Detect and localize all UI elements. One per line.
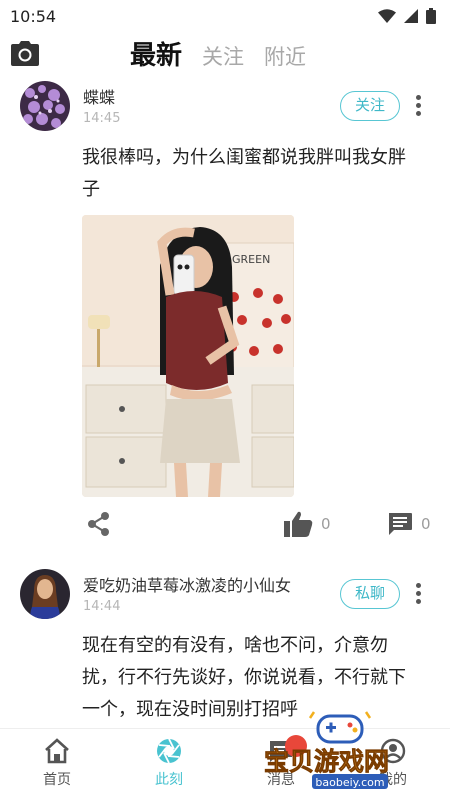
post-feed: 蝶蝶 14:45 关注 我很棒吗，为什么闺蜜都说我胖叫我女胖子 GREEN 0 … (0, 76, 450, 726)
post-card: 蝶蝶 14:45 关注 我很棒吗，为什么闺蜜都说我胖叫我女胖子 GREEN 0 … (0, 76, 450, 564)
nav-moments-label: 此刻 (155, 772, 183, 788)
nav-messages-label: 消息 (267, 772, 295, 788)
bottom-nav: 首页 此刻 消息 我的 (0, 728, 450, 800)
nav-profile-label: 我的 (379, 772, 407, 788)
wifi-icon (378, 9, 396, 23)
status-bar: 10:54 (0, 0, 450, 32)
like-count: 0 (321, 515, 331, 533)
nav-home-label: 首页 (43, 772, 71, 788)
avatar[interactable] (20, 81, 70, 131)
tab-following[interactable]: 关注 (202, 38, 244, 76)
battery-icon (426, 8, 436, 24)
avatar[interactable] (20, 569, 70, 619)
post-image[interactable]: GREEN (82, 215, 294, 497)
post-time: 14:45 (83, 111, 121, 126)
camera-icon[interactable] (10, 40, 40, 68)
thumbs-up-icon (284, 511, 313, 537)
post-text: 我很棒吗，为什么闺蜜都说我胖叫我女胖子 (82, 147, 406, 200)
tab-nearby-label: 附近 (264, 45, 307, 69)
username[interactable]: 爱吃奶油草莓冰激凌的小仙女 (83, 572, 291, 596)
svg-text:GREEN: GREEN (232, 253, 270, 266)
tab-latest-label: 最新 (130, 41, 183, 71)
profile-icon (380, 738, 406, 764)
comment-icon (389, 513, 412, 535)
nav-moments[interactable]: 此刻 (124, 729, 214, 800)
private-chat-button[interactable]: 私聊 (339, 579, 400, 609)
follow-button[interactable]: 关注 (339, 91, 400, 121)
status-time: 10:54 (10, 6, 57, 26)
tab-nearby[interactable]: 附近 (264, 38, 306, 76)
nav-home[interactable]: 首页 (12, 729, 102, 800)
post-actions: 0 0 (0, 507, 450, 543)
nav-profile[interactable]: 我的 (348, 729, 438, 800)
comment-button[interactable]: 0 (387, 511, 431, 537)
nav-messages[interactable]: 消息 (236, 729, 326, 800)
message-icon (270, 741, 292, 762)
more-options-icon[interactable] (414, 95, 422, 117)
comment-count: 0 (421, 515, 431, 533)
post-card: 爱吃奶油草莓冰激凌的小仙女 14:44 私聊 现在有空的有没有，啥也不问，介意勿… (0, 564, 450, 726)
post-header: 爱吃奶油草莓冰激凌的小仙女 14:44 私聊 (0, 564, 450, 626)
camera-aperture-icon (157, 738, 181, 764)
post-header: 蝶蝶 14:45 关注 (0, 76, 450, 138)
like-button[interactable]: 0 (283, 510, 331, 538)
username[interactable]: 蝶蝶 (83, 84, 115, 108)
status-icons (378, 8, 436, 24)
post-time: 14:44 (83, 599, 121, 614)
share-icon[interactable] (86, 511, 110, 537)
feed-tabs: 最新 关注 附近 (130, 32, 306, 76)
top-bar: 最新 关注 附近 (0, 32, 450, 76)
tab-latest[interactable]: 最新 (130, 36, 182, 76)
post-text: 现在有空的有没有，啥也不问，介意勿扰，行不行先谈好，你说说看，不行就下一个，现在… (82, 635, 406, 720)
tab-following-label: 关注 (202, 45, 245, 69)
home-icon (45, 738, 69, 764)
more-options-icon[interactable] (414, 583, 422, 605)
cellular-signal-icon (404, 9, 418, 23)
